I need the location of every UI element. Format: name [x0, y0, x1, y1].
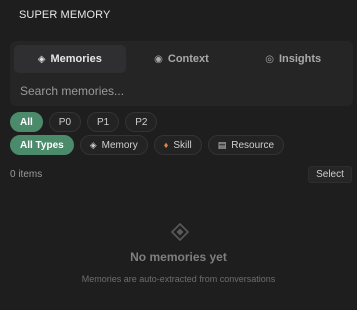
item-count: 0 items: [10, 169, 43, 180]
priority-filter-row: All P0 P1 P2: [10, 112, 158, 132]
filter-resource[interactable]: ▤ Resource: [207, 135, 285, 155]
diamond-outline-icon: [171, 223, 189, 241]
filter-all[interactable]: All: [10, 112, 43, 132]
tab-label: Insights: [278, 53, 322, 65]
target-icon: ◉: [154, 53, 163, 65]
diamond-icon: ◈: [37, 53, 46, 65]
tab-insights[interactable]: ◎ Insights: [237, 45, 349, 73]
filter-all-types[interactable]: All Types: [10, 135, 74, 155]
tab-memories[interactable]: ◈ Memories: [14, 45, 126, 73]
filter-memory[interactable]: ◈ Memory: [79, 135, 148, 155]
document-icon: ▤: [217, 139, 227, 150]
type-filter-row: All Types ◈ Memory ♦ Skill ▤ Resource: [10, 135, 285, 155]
flame-icon: ♦: [163, 140, 169, 150]
diamond-icon: ◈: [89, 139, 97, 150]
chip-label: Memory: [101, 139, 138, 151]
app-title: SUPER MEMORY: [19, 9, 111, 21]
tab-label: Context: [167, 53, 209, 65]
tab-label: Memories: [50, 53, 102, 65]
chip-label: All Types: [20, 139, 64, 151]
filter-p2[interactable]: P2: [125, 112, 158, 132]
filter-skill[interactable]: ♦ Skill: [153, 135, 202, 155]
tab-bar: ◈ Memories ◉ Context ◎ Insights: [14, 45, 349, 73]
chip-label: Resource: [231, 139, 275, 151]
filter-p0[interactable]: P0: [48, 112, 82, 132]
chip-label: Skill: [173, 139, 192, 151]
empty-state-subtitle: Memories are auto-extracted from convers…: [81, 274, 276, 284]
memory-panel: ◈ Memories ◉ Context ◎ Insights: [10, 41, 353, 106]
select-button[interactable]: Select: [308, 166, 352, 183]
empty-state-title: No memories yet: [130, 250, 227, 264]
ring-icon: ◎: [265, 53, 274, 65]
search-input[interactable]: [20, 81, 340, 101]
tab-context[interactable]: ◉ Context: [126, 45, 238, 73]
filter-p1[interactable]: P1: [87, 112, 120, 132]
